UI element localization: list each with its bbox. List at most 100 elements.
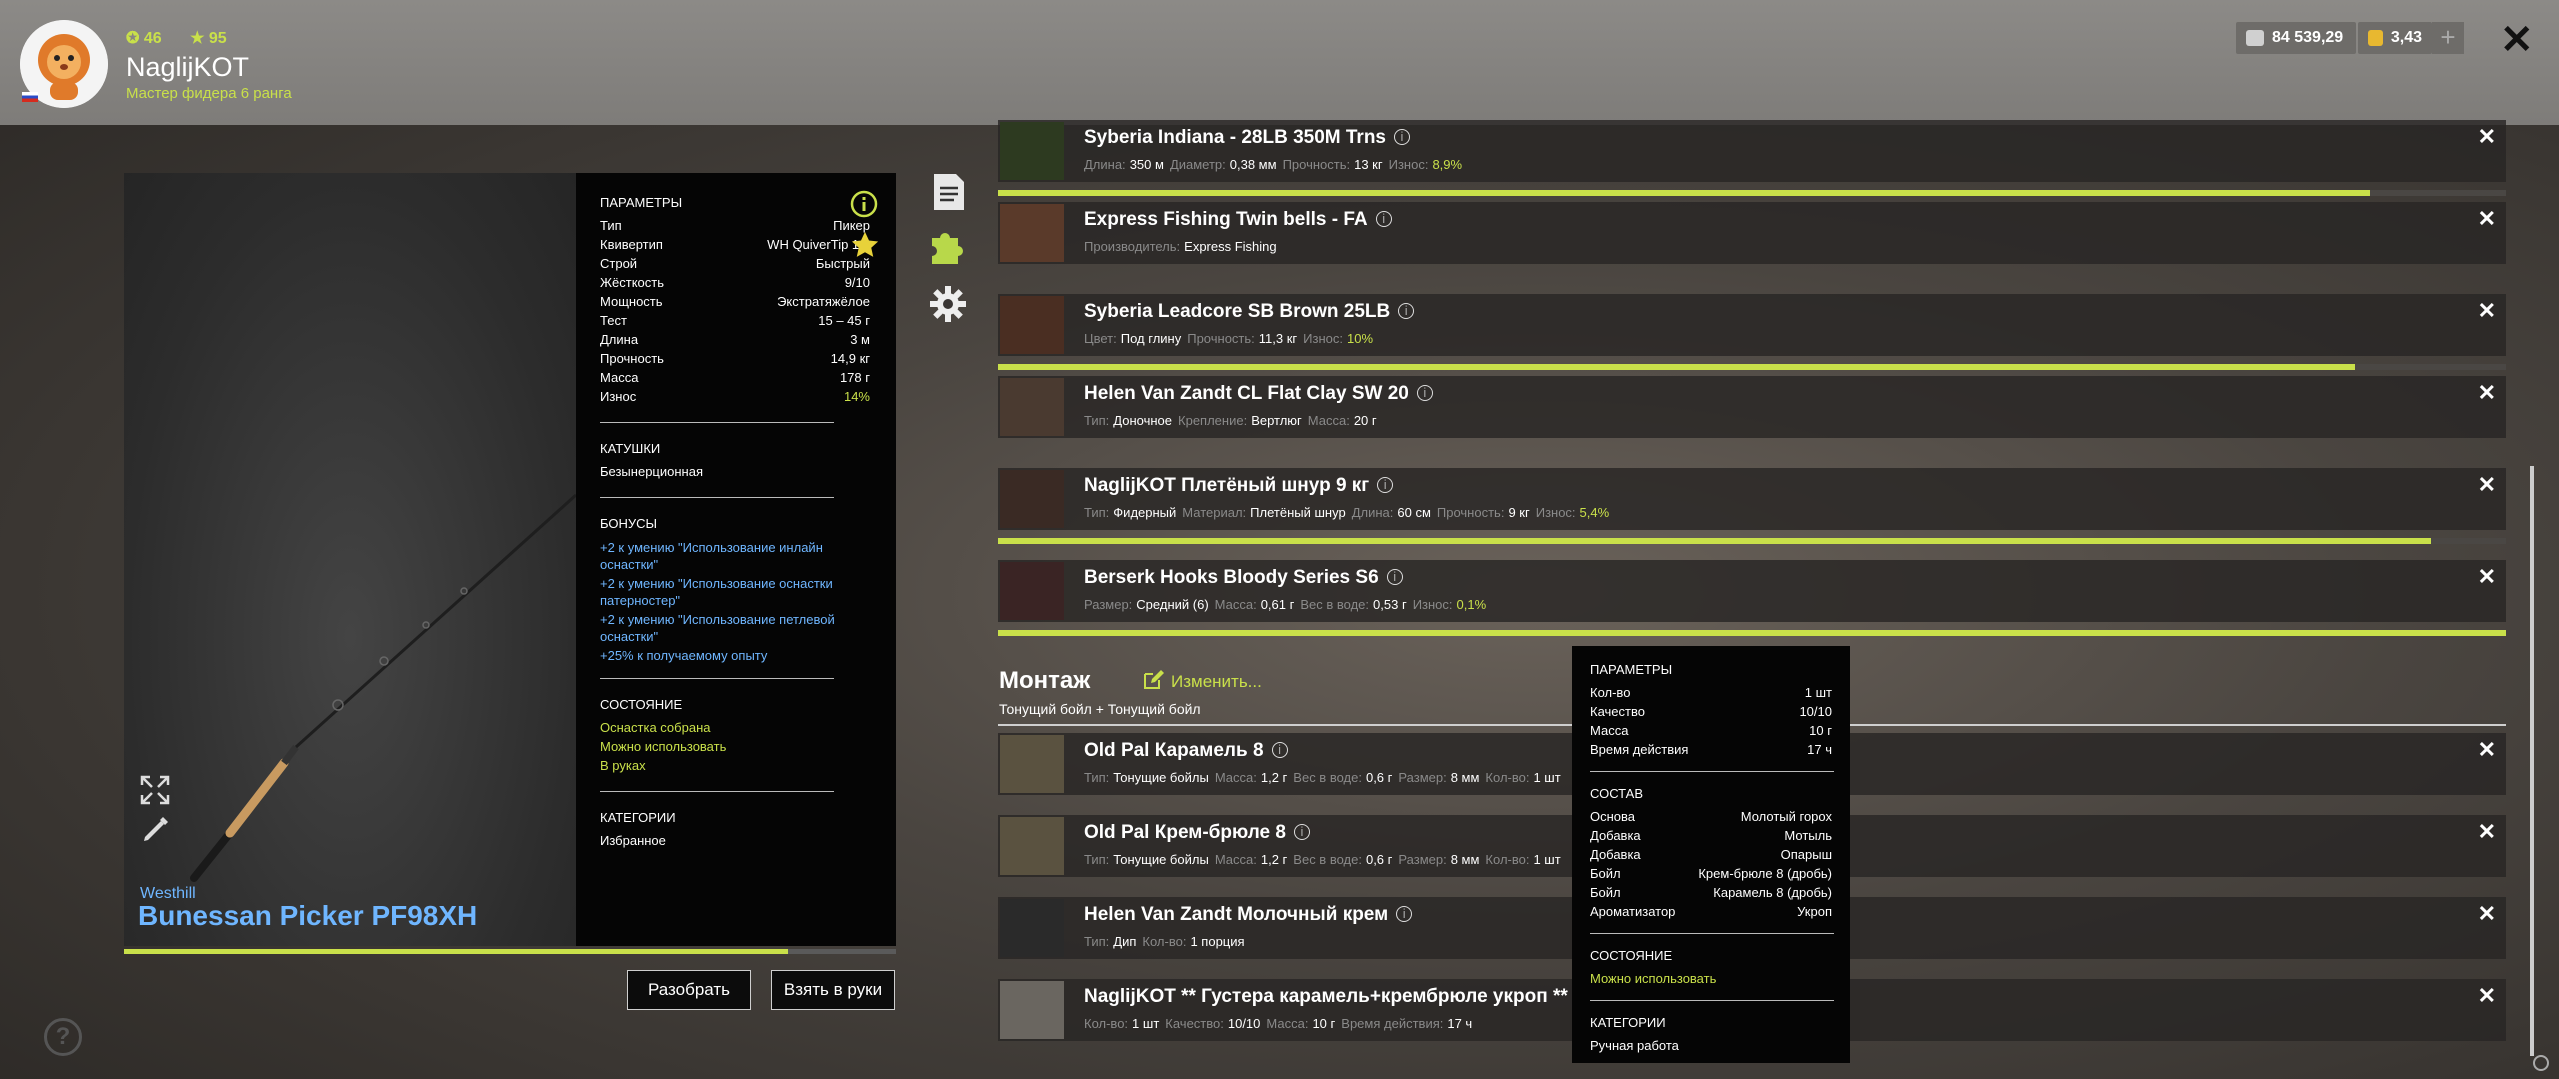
prop-value: 0,6 г bbox=[1365, 770, 1393, 785]
info-icon[interactable] bbox=[850, 190, 878, 218]
help-icon[interactable]: ? bbox=[44, 1018, 82, 1056]
favorite-star-icon[interactable] bbox=[850, 230, 880, 260]
tackle-item[interactable]: Helen Van Zandt CL Flat Clay SW 20 i Тип: Д… bbox=[998, 376, 2506, 438]
gold-coin-icon bbox=[2368, 30, 2383, 46]
prop-value: 10% bbox=[1346, 331, 1374, 346]
settings-corner-icon[interactable] bbox=[2533, 1055, 2549, 1071]
param-row: Бойл Карамель 8 (дробь) bbox=[1590, 885, 1832, 904]
remove-item-icon[interactable]: ✕ bbox=[2478, 737, 2496, 763]
info-icon[interactable]: i bbox=[1416, 385, 1433, 401]
item-title-text: Helen Van Zandt Молочный крем bbox=[1084, 904, 1389, 925]
param-row: Тест 15 – 45 г bbox=[600, 313, 870, 332]
param-row: Прочность 14,9 кг bbox=[600, 351, 870, 370]
close-icon[interactable]: ✕ bbox=[2500, 18, 2534, 62]
param-value: Мотыль bbox=[1784, 828, 1832, 843]
tackle-item[interactable]: Syberia Indiana - 28LB 350M Trns i Длина: 3… bbox=[998, 120, 2506, 182]
state-item: Оснастка собрана bbox=[600, 720, 711, 735]
wear-bar-fill bbox=[998, 190, 2371, 196]
bonus-item: +2 к умению "Использование инлайн оснаст… bbox=[600, 540, 823, 572]
item-thumbnail bbox=[1000, 562, 1064, 620]
item-thumbnail bbox=[1000, 817, 1064, 875]
tooltip-composition: Основа Молотый горох Добавка Мотыль Добавка О… bbox=[1590, 809, 1832, 923]
divider bbox=[600, 422, 834, 423]
item-thumbnail bbox=[1000, 899, 1064, 957]
document-icon[interactable] bbox=[928, 172, 968, 212]
rod-preview bbox=[124, 173, 578, 946]
prop-key: Тип: bbox=[1084, 770, 1110, 785]
divider bbox=[1590, 933, 1834, 934]
param-row: Добавка Мотыль bbox=[1590, 828, 1832, 847]
item-properties: Цвет: Под глину Прочность: 11,3 кг Износ: 10% bbox=[1084, 331, 1373, 346]
prop-key: Износ: bbox=[1412, 597, 1453, 612]
param-key: Износ bbox=[600, 389, 637, 404]
item-thumbnail bbox=[1000, 735, 1064, 793]
prop-key: Длина: bbox=[1351, 505, 1394, 520]
param-key: Длина bbox=[600, 332, 639, 347]
gold-balance[interactable]: 3,43 bbox=[2358, 22, 2432, 54]
montage-edit-button[interactable]: Изменить... bbox=[1143, 670, 1262, 692]
pencil-icon[interactable] bbox=[140, 815, 170, 845]
add-gold-button[interactable]: + bbox=[2432, 22, 2464, 54]
expand-icon[interactable] bbox=[140, 775, 170, 805]
item-properties: Тип: Доночное Крепление: Вертлюг Масса: 20 г bbox=[1084, 413, 1377, 428]
item-title: Syberia Indiana - 28LB 350M Trns i bbox=[1084, 127, 1410, 149]
param-key: Масса bbox=[600, 370, 639, 385]
param-value: 9/10 bbox=[844, 275, 870, 290]
tackle-item[interactable]: Syberia Leadcore SB Brown 25LB i Цвет: Под … bbox=[998, 294, 2506, 356]
info-icon[interactable]: i bbox=[1394, 129, 1410, 145]
param-value: 3 м bbox=[850, 332, 870, 347]
prop-value: 0,53 г bbox=[1373, 597, 1407, 612]
remove-item-icon[interactable]: ✕ bbox=[2478, 901, 2496, 927]
info-icon[interactable]: i bbox=[1398, 303, 1415, 319]
state-list: Оснастка собрана Можно использовать В рука… bbox=[600, 720, 870, 777]
prop-value: Тонущие бойлы bbox=[1113, 770, 1209, 785]
item-title: Old Pal Крем-брюле 8 i bbox=[1084, 822, 1310, 844]
remove-item-icon[interactable]: ✕ bbox=[2478, 380, 2496, 406]
prop-key: Тип: bbox=[1084, 852, 1110, 867]
info-icon[interactable]: i bbox=[1375, 211, 1392, 227]
remove-item-icon[interactable]: ✕ bbox=[2478, 819, 2496, 845]
prop-key: Материал: bbox=[1182, 505, 1247, 520]
tackle-item[interactable]: NaglijKOT Плетёный шнур 9 кг i Тип: Фидерны… bbox=[998, 468, 2506, 530]
prop-value: 10 г bbox=[1312, 1016, 1336, 1031]
prop-value: 0,1% bbox=[1456, 597, 1487, 612]
wear-bar bbox=[998, 630, 2506, 636]
item-title: Helen Van Zandt CL Flat Clay SW 20 i bbox=[1084, 383, 1433, 405]
info-icon[interactable]: i bbox=[1271, 742, 1288, 758]
prop-value: 17 ч bbox=[1447, 1016, 1473, 1031]
prop-value: 60 см bbox=[1397, 505, 1431, 520]
item-title-text: Helen Van Zandt CL Flat Clay SW 20 bbox=[1084, 383, 1409, 404]
remove-item-icon[interactable]: ✕ bbox=[2478, 983, 2496, 1009]
param-row: Бойл Крем-брюле 8 (дробь) bbox=[1590, 866, 1832, 885]
prop-key: Крепление: bbox=[1178, 413, 1248, 428]
take-in-hand-button[interactable]: Взять в руки bbox=[771, 970, 895, 1010]
gear-icon[interactable] bbox=[928, 284, 968, 324]
fishing-rod-image bbox=[190, 493, 578, 882]
remove-item-icon[interactable]: ✕ bbox=[2478, 564, 2496, 590]
remove-item-icon[interactable]: ✕ bbox=[2478, 472, 2496, 498]
param-key: Кол-во bbox=[1590, 685, 1631, 700]
info-icon[interactable]: i bbox=[1386, 569, 1403, 585]
tooltip-params: Кол-во 1 шт Качество 10/10 Масса 10 г Время де… bbox=[1590, 685, 1832, 761]
puzzle-icon[interactable] bbox=[928, 226, 968, 266]
disassemble-button[interactable]: Разобрать bbox=[627, 970, 751, 1010]
prop-value: Плетёный шнур bbox=[1250, 505, 1346, 520]
remove-item-icon[interactable]: ✕ bbox=[2478, 206, 2496, 232]
tackle-item[interactable]: Berserk Hooks Bloody Series S6 i Размер: Ср… bbox=[998, 560, 2506, 622]
tackle-item[interactable]: Express Fishing Twin bells - FA i Производ… bbox=[998, 202, 2506, 264]
remove-item-icon[interactable]: ✕ bbox=[2478, 298, 2496, 324]
remove-item-icon[interactable]: ✕ bbox=[2478, 124, 2496, 150]
item-thumbnail bbox=[1000, 296, 1064, 354]
info-icon[interactable]: i bbox=[1293, 824, 1310, 840]
user-stats: ✪ 46 ★ 95 bbox=[126, 28, 251, 48]
silver-balance[interactable]: 84 539,29 bbox=[2236, 22, 2356, 54]
prop-value: Фидерный bbox=[1113, 505, 1177, 520]
info-icon[interactable]: i bbox=[1377, 477, 1394, 493]
param-value: 14,9 кг bbox=[830, 351, 870, 366]
info-icon[interactable]: i bbox=[1396, 906, 1413, 922]
param-value: 14% bbox=[843, 389, 870, 404]
scrollbar[interactable] bbox=[2530, 466, 2534, 1056]
rod-name: Bunessan Picker PF98XH bbox=[138, 900, 478, 931]
rod-specs-panel: ПАРАМЕТРЫ Тип Пикер Квивертип WH QuiverTip … bbox=[576, 173, 896, 946]
prop-key: Масса: bbox=[1214, 597, 1257, 612]
